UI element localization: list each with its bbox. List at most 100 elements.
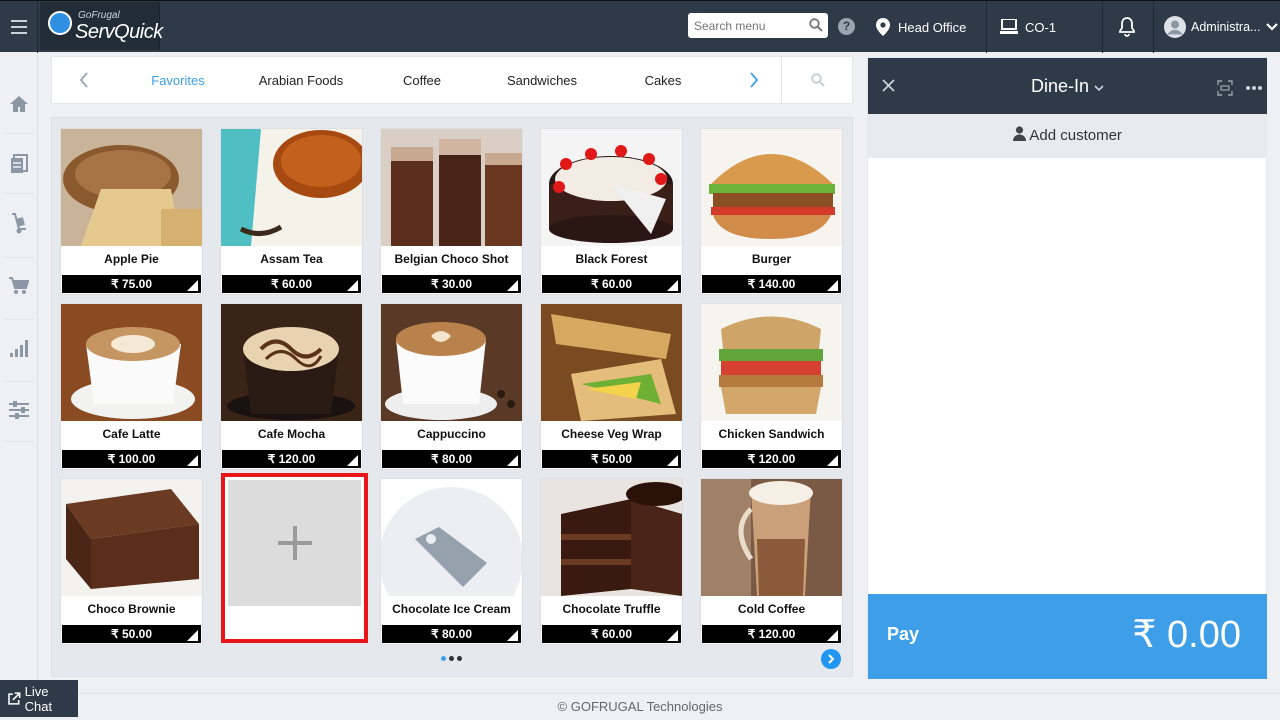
item-name: Chicken Sandwich <box>718 427 825 441</box>
item-image <box>701 479 842 596</box>
add-customer-button[interactable]: Add customer <box>868 114 1267 158</box>
divider <box>986 1 987 53</box>
tab-cakes[interactable]: Cakes <box>632 57 694 103</box>
sidebar <box>0 53 38 693</box>
menu-item-cold-coffee[interactable]: Cold Coffee ₹ 120.00 <box>700 478 843 645</box>
add-item-tile[interactable] <box>221 473 368 643</box>
app-logo[interactable]: GoFrugal ServQuick <box>40 2 163 50</box>
corner-triangle-icon <box>187 630 198 641</box>
menu-item-cafe-latte[interactable]: Cafe Latte ₹ 100.00 <box>60 303 203 470</box>
corner-triangle-icon <box>827 630 838 641</box>
location-selector[interactable]: Head Office <box>876 1 966 53</box>
corner-triangle-icon <box>667 630 678 641</box>
scan-icon[interactable] <box>1217 80 1233 96</box>
hamburger-menu-button[interactable] <box>0 1 38 53</box>
add-customer-label: Add customer <box>1029 127 1122 144</box>
sidebar-item-settings[interactable] <box>8 399 30 421</box>
sidebar-item-delivery[interactable] <box>8 213 30 235</box>
external-link-icon <box>8 692 21 705</box>
notifications-button[interactable] <box>1118 1 1136 53</box>
corner-triangle-icon <box>507 455 518 466</box>
pay-button[interactable]: Pay ₹ 0.00 <box>868 594 1267 679</box>
item-name: Cafe Mocha <box>257 427 326 441</box>
counter-selector[interactable]: CO-1 <box>1000 1 1056 53</box>
category-prev-button[interactable] <box>64 57 104 103</box>
sidebar-item-home[interactable] <box>8 93 30 115</box>
item-price: ₹ 120.00 <box>702 450 841 468</box>
order-mode-selector[interactable]: Dine-In <box>868 58 1267 114</box>
plus-icon <box>277 526 312 560</box>
item-name: Chocolate Ice Cream <box>392 602 511 616</box>
user-name: Administra... <box>1191 20 1261 34</box>
item-name: Apple Pie <box>104 252 159 266</box>
search-icon <box>810 73 825 87</box>
help-icon[interactable]: ? <box>838 18 855 35</box>
pos-terminal-icon <box>1000 19 1018 34</box>
item-price: ₹ 80.00 <box>382 450 521 468</box>
home-icon <box>10 96 28 112</box>
menu-item-assam-tea[interactable]: Assam Tea ₹ 60.00 <box>220 128 363 295</box>
page-dot[interactable] <box>457 656 462 661</box>
page-dot-active[interactable] <box>441 656 446 661</box>
corner-triangle-icon <box>507 280 518 291</box>
item-image <box>701 129 842 246</box>
menu-item-apple-pie[interactable]: Apple Pie ₹ 75.00 <box>60 128 203 295</box>
tab-coffee[interactable]: Coffee <box>387 57 457 103</box>
divider <box>1153 1 1154 53</box>
tab-favorites[interactable]: Favorites <box>138 57 218 103</box>
user-icon <box>1013 126 1027 141</box>
item-name: Burger <box>751 252 792 266</box>
category-search-button[interactable] <box>781 57 853 103</box>
menu-item-chocolate-truffle[interactable]: Chocolate Truffle ₹ 60.00 <box>540 478 683 645</box>
hand-truck-icon <box>12 213 26 234</box>
live-chat-label: Live Chat <box>24 683 53 714</box>
pay-label: Pay <box>887 624 920 644</box>
divider <box>4 441 34 442</box>
menu-item-belgian-choco-shot[interactable]: Belgian Choco Shot ₹ 30.00 <box>380 128 523 295</box>
item-image <box>381 479 522 596</box>
chevron-right-icon <box>750 72 759 88</box>
next-page-button[interactable] <box>821 649 841 669</box>
divider <box>4 319 34 320</box>
corner-triangle-icon <box>667 280 678 291</box>
chevron-down-icon <box>1094 85 1104 92</box>
logo-small-text: GoFrugal <box>78 10 120 21</box>
sidebar-item-reports[interactable] <box>8 337 30 359</box>
more-options-icon[interactable] <box>1246 86 1262 90</box>
menu-item-black-forest[interactable]: Black Forest ₹ 60.00 <box>540 128 683 295</box>
user-menu[interactable]: Administra... <box>1164 1 1279 53</box>
page-dot[interactable] <box>449 656 454 661</box>
item-price: ₹ 140.00 <box>702 275 841 293</box>
item-name: Chocolate Truffle <box>562 602 661 616</box>
avatar <box>1164 16 1186 38</box>
category-next-button[interactable] <box>734 57 774 103</box>
pagination-dots[interactable] <box>441 656 462 661</box>
item-price: ₹ 60.00 <box>542 625 681 643</box>
menu-item-burger[interactable]: Burger ₹ 140.00 <box>700 128 843 295</box>
order-panel-header: Dine-In <box>868 58 1267 114</box>
item-price: ₹ 60.00 <box>222 275 361 293</box>
menu-item-chocolate-ice-cream[interactable]: Chocolate Ice Cream ₹ 80.00 <box>380 478 523 645</box>
sidebar-item-cart[interactable] <box>8 275 30 297</box>
chevron-left-icon <box>79 72 88 88</box>
menu-item-cappuccino[interactable]: Cappuccino ₹ 80.00 <box>380 303 523 470</box>
live-chat-button[interactable]: Live Chat <box>0 680 78 717</box>
menu-item-cafe-mocha[interactable]: Cafe Mocha ₹ 120.00 <box>220 303 363 470</box>
sidebar-item-orders[interactable] <box>8 153 30 175</box>
item-price: ₹ 50.00 <box>542 450 681 468</box>
menu-item-chicken-sandwich[interactable]: Chicken Sandwich ₹ 120.00 <box>700 303 843 470</box>
search-icon[interactable] <box>809 18 823 32</box>
menu-item-choco-brownie[interactable]: Choco Brownie ₹ 50.00 <box>60 478 203 645</box>
item-price: ₹ 60.00 <box>542 275 681 293</box>
menu-item-cheese-veg-wrap[interactable]: Cheese Veg Wrap ₹ 50.00 <box>540 303 683 470</box>
tab-sandwiches[interactable]: Sandwiches <box>492 57 592 103</box>
item-price: ₹ 100.00 <box>62 450 201 468</box>
item-price: ₹ 80.00 <box>382 625 521 643</box>
corner-triangle-icon <box>347 280 358 291</box>
tab-arabian-foods[interactable]: Arabian Foods <box>248 57 354 103</box>
search-menu-input[interactable] <box>688 13 800 38</box>
category-bar: Favorites Arabian Foods Coffee Sandwiche… <box>51 56 853 104</box>
order-total: ₹ 0.00 <box>1132 614 1241 656</box>
item-name: Assam Tea <box>260 252 323 266</box>
item-image <box>61 479 202 596</box>
